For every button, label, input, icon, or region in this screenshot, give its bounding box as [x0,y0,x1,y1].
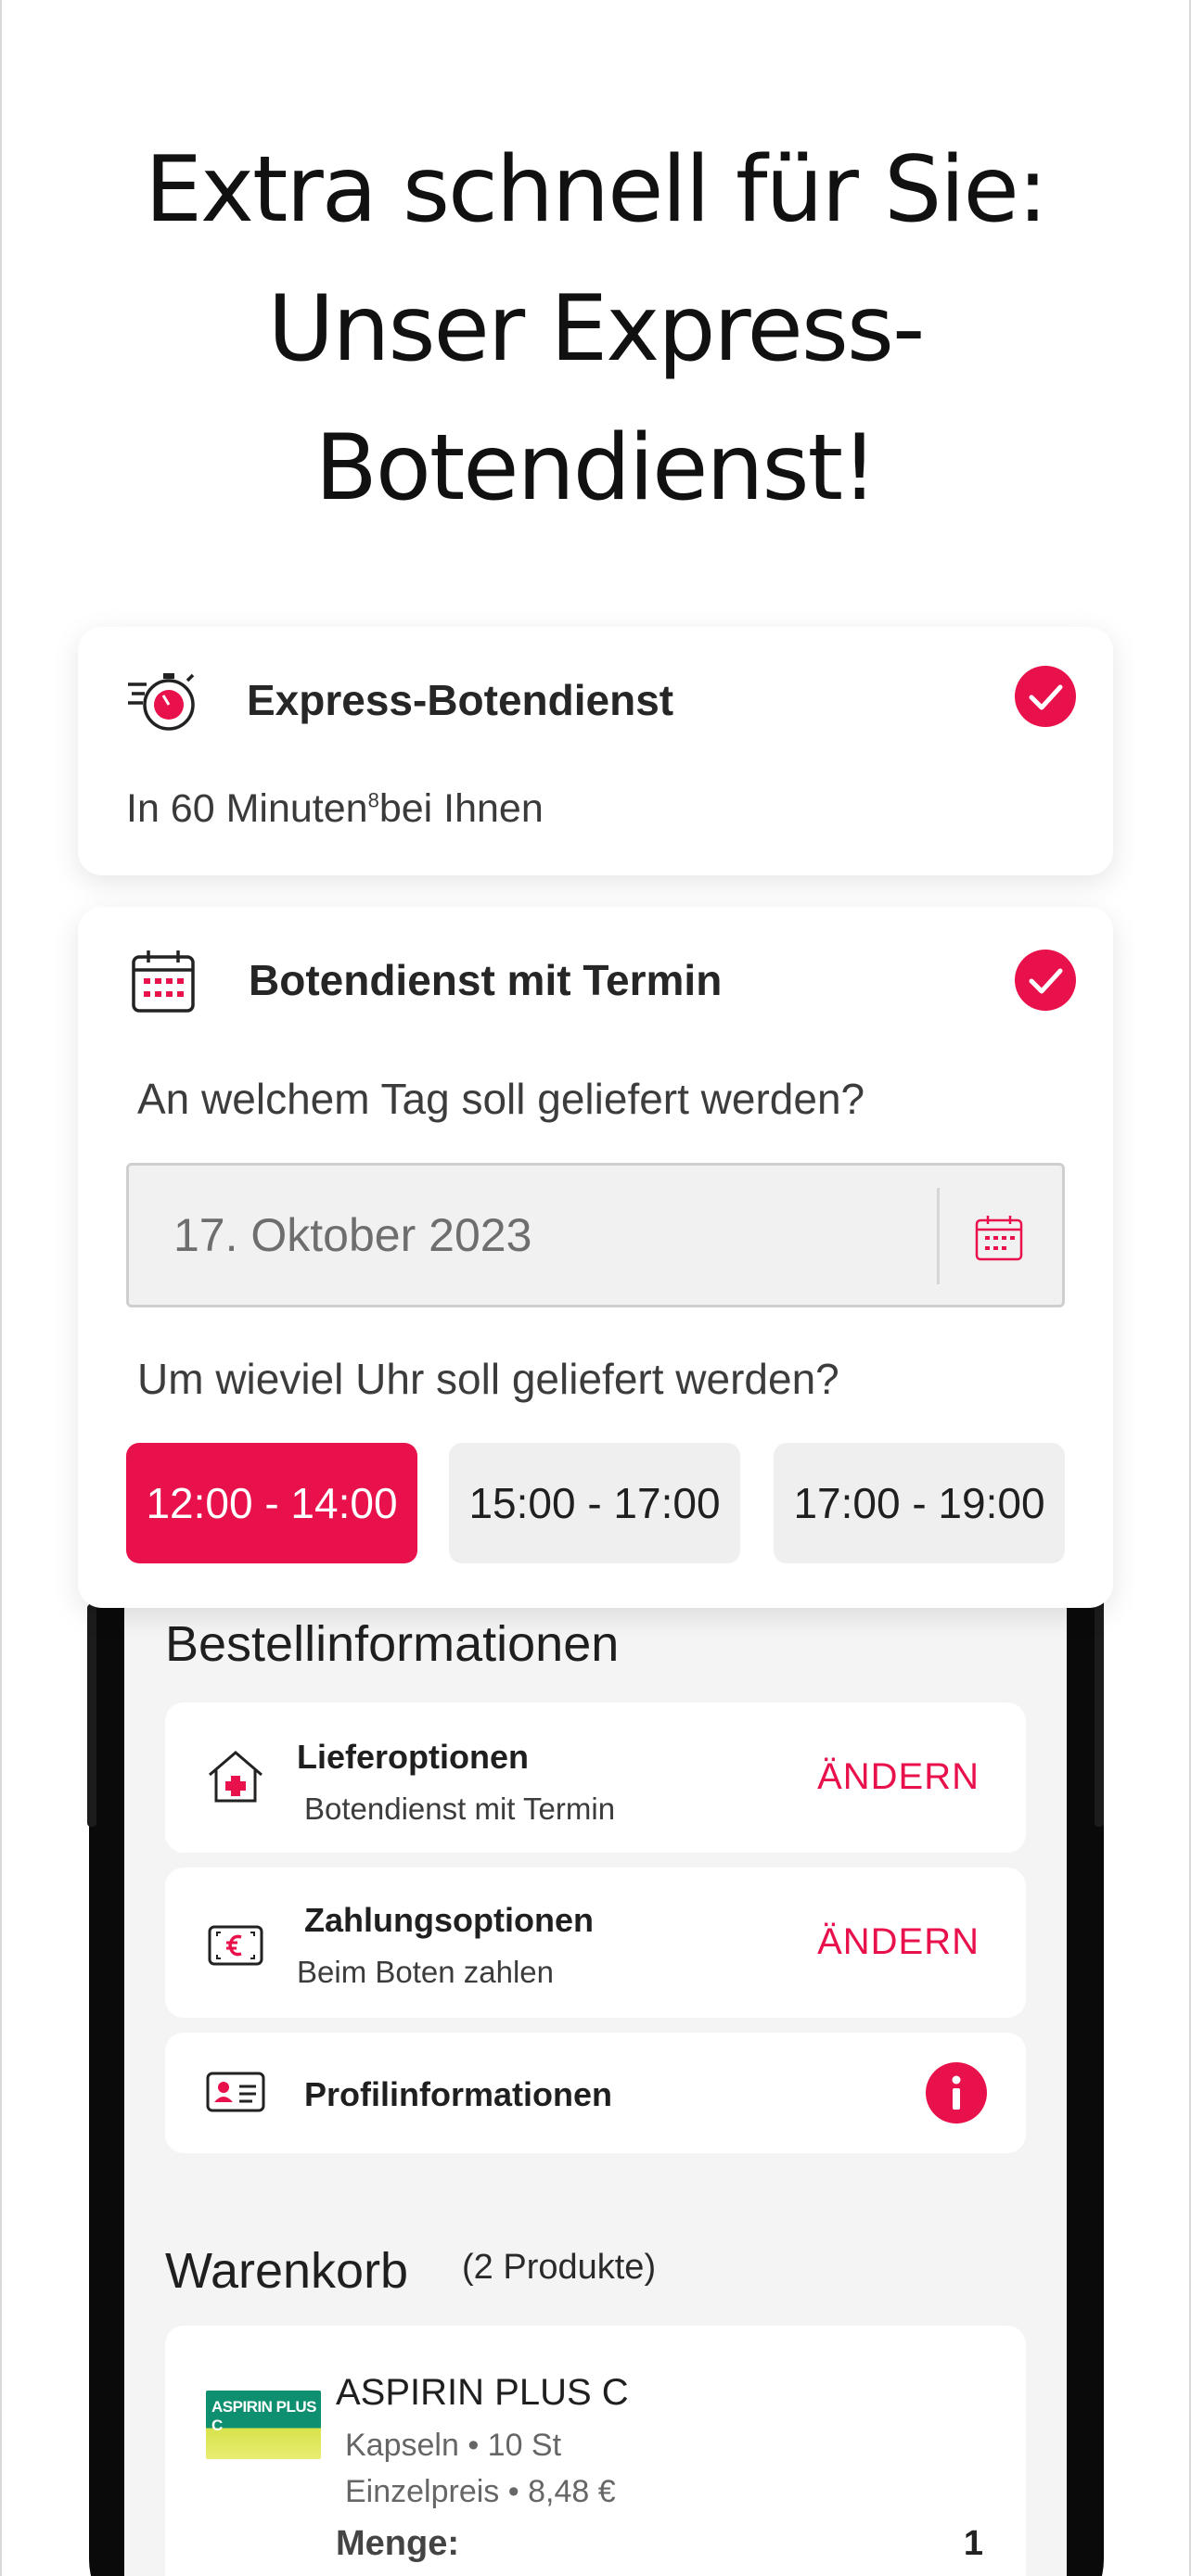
payment-options-card[interactable]: Zahlungsoptionen Beim Boten zahlen ÄNDER… [165,1868,1026,2018]
express-subtitle-post: bei Ihnen [378,786,544,831]
headline-line-3: Botendienst! [314,415,878,521]
delivery-options-card[interactable]: Lieferoptionen Botendienst mit Termin ÄN… [165,1702,1026,1853]
day-question: An welchem Tag soll geliefert werden? [137,1075,865,1123]
express-delivery-card[interactable]: Express-Botendienst In 60 Minuten8bei Ih… [78,627,1113,875]
time-slot-17-19[interactable]: 17:00 - 19:00 [774,1443,1065,1563]
product-card[interactable]: ASPIRIN PLUS C ASPIRIN PLUS C Kapseln • … [165,2326,1026,2576]
phone-side-button-right [1095,1604,1104,1827]
date-picker-field[interactable]: 17. Oktober 2023 [126,1163,1065,1307]
scheduled-title: Botendienst mit Termin [249,956,723,1004]
product-price: Einzelpreis • 8,48 € [345,2474,616,2509]
express-footnote: 8 [367,788,379,812]
time-slot-15-17[interactable]: 15:00 - 17:00 [449,1443,740,1563]
headline-line-2: Unser Express- [267,276,926,382]
quantity-label: Menge: [336,2524,459,2563]
quantity-value: 1 [963,2524,983,2563]
cart-count: (2 Produkte) [462,2248,657,2287]
product-logo-text: ASPIRIN PLUS C [211,2398,317,2434]
delivery-change-button[interactable]: ÄNDERN [817,1756,980,1798]
date-value: 17. Oktober 2023 [173,1209,532,1261]
phone-side-button-left [87,1604,96,1827]
profile-info-title: Profilinformationen [304,2075,612,2113]
headline-line-1: Extra schnell für Sie: [145,137,1048,243]
time-question: Um wieviel Uhr soll geliefert werden? [137,1355,839,1403]
house-plus-icon [209,1751,263,1803]
info-icon[interactable] [926,2062,987,2123]
date-separator [937,1188,940,1284]
delivery-options-title: Lieferoptionen [297,1738,529,1776]
delivery-options-value: Botendienst mit Termin [304,1792,616,1826]
payment-options-title: Zahlungsoptionen [304,1901,594,1939]
product-image: ASPIRIN PLUS C [206,2391,321,2459]
time-slot-12-14[interactable]: 12:00 - 14:00 [126,1443,417,1563]
payment-options-value: Beim Boten zahlen [297,1955,555,1989]
product-form: Kapseln • 10 St [345,2428,562,2463]
headline: Extra schnell für Sie: Unser Express- Bo… [0,121,1191,538]
order-info-title: Bestellinformationen [165,1616,620,1672]
express-subtitle-pre: In 60 Minuten [126,786,368,831]
express-subtitle: In 60 Minuten8bei Ihnen [126,786,544,832]
euro-note-icon [208,1925,263,1966]
calendar-icon [132,950,195,1013]
date-calendar-icon[interactable] [973,1212,1025,1264]
profile-info-card[interactable]: Profilinformationen [165,2033,1026,2153]
scheduled-delivery-card[interactable]: Botendienst mit Termin An welchem Tag so… [78,907,1113,1608]
id-card-icon [206,2072,265,2112]
stopwatch-icon [128,673,195,731]
payment-change-button[interactable]: ÄNDERN [817,1921,980,1963]
product-name: ASPIRIN PLUS C [336,2372,629,2413]
express-check-icon[interactable] [1015,666,1076,727]
express-title: Express-Botendienst [247,676,674,724]
scheduled-check-icon[interactable] [1015,950,1076,1011]
cart-title: Warenkorb [165,2243,409,2299]
